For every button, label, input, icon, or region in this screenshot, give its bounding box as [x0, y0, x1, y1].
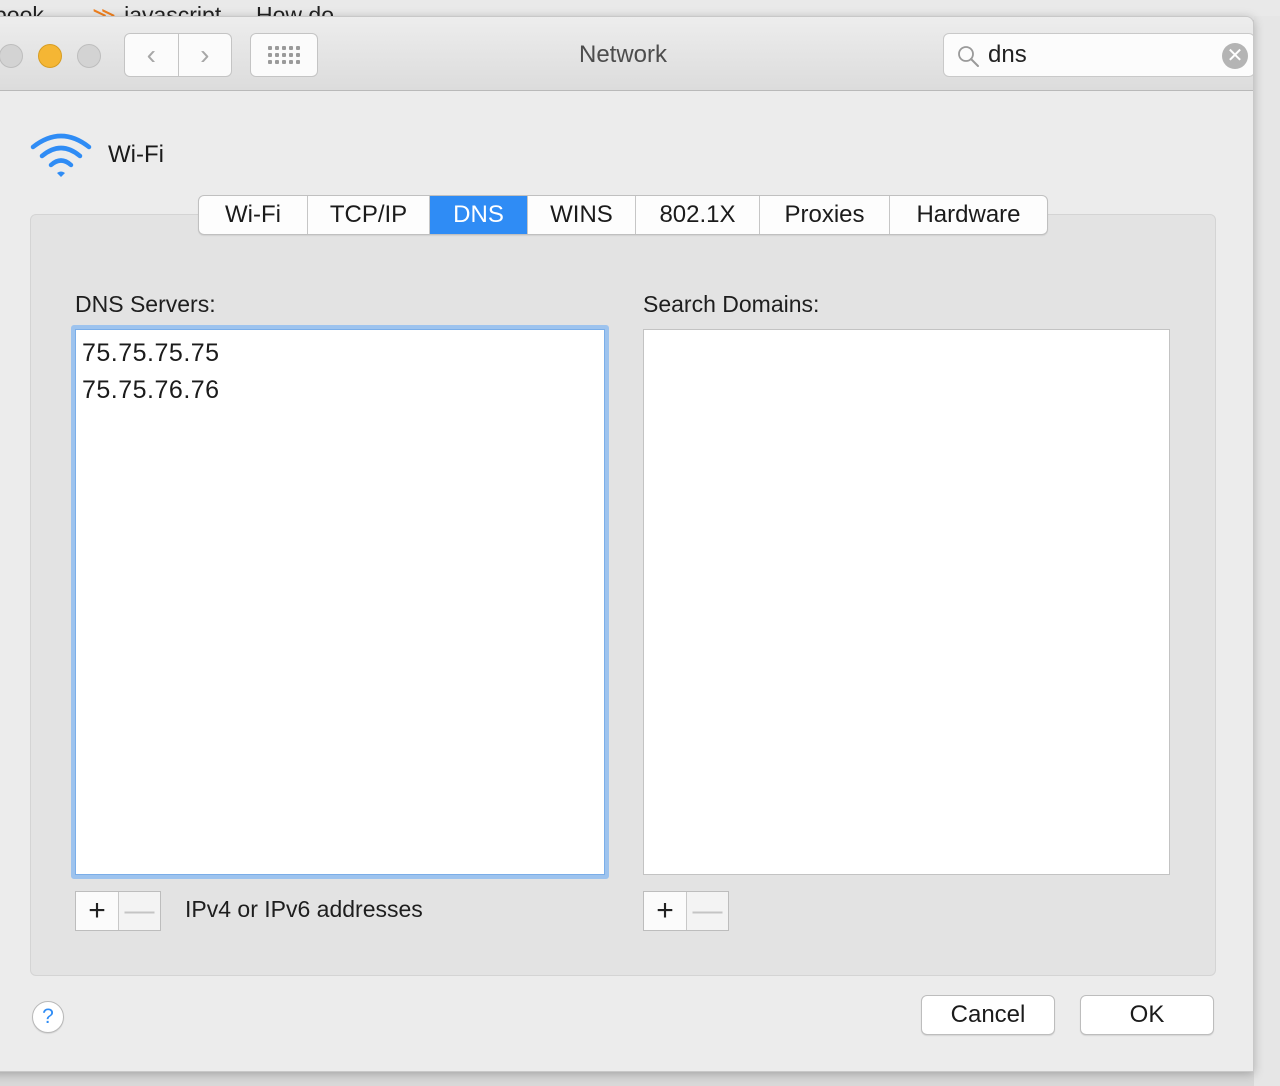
plus-icon: + [656, 894, 674, 927]
list-item[interactable]: 75.75.75.75 [75, 335, 605, 372]
dns-servers-list[interactable]: 75.75.75.75 75.75.76.76 [71, 325, 609, 879]
tab-hardware[interactable]: Hardware [889, 196, 1047, 234]
add-dns-server-button[interactable]: + [76, 892, 118, 930]
network-preferences-window: ‹ › Network ✕ Wi-Fi [0, 16, 1254, 1072]
clear-search-icon[interactable]: ✕ [1222, 43, 1248, 69]
add-search-domain-button[interactable]: + [644, 892, 686, 930]
tab-dns[interactable]: DNS [429, 196, 527, 234]
remove-dns-server-button[interactable]: — [118, 892, 160, 930]
tab-wins[interactable]: WINS [527, 196, 635, 234]
remove-search-domain-button[interactable]: — [686, 892, 728, 930]
tab-8021x[interactable]: 802.1X [635, 196, 759, 234]
cancel-button[interactable]: Cancel [921, 995, 1055, 1035]
dns-hint-text: IPv4 or IPv6 addresses [185, 896, 423, 922]
tab-tcpip[interactable]: TCP/IP [307, 196, 429, 234]
title-bar: ‹ › Network ✕ [0, 17, 1253, 91]
service-name: Wi-Fi [108, 141, 164, 168]
search-domains-label: Search Domains: [643, 291, 820, 317]
tab-proxies[interactable]: Proxies [759, 196, 889, 234]
tab-wifi[interactable]: Wi-Fi [199, 196, 307, 234]
wifi-icon [30, 133, 92, 177]
plus-icon: + [88, 894, 106, 927]
tab-bar: Wi-Fi TCP/IP DNS WINS 802.1X Proxies Har… [198, 195, 1048, 235]
search-domain-add-remove-buttons: + — [643, 891, 729, 931]
search-domains-list[interactable] [643, 329, 1170, 875]
background-area [1254, 16, 1280, 1086]
ok-button[interactable]: OK [1080, 995, 1214, 1035]
search-field[interactable]: ✕ [943, 33, 1253, 77]
help-button[interactable]: ? [32, 1001, 64, 1033]
search-icon [958, 46, 979, 67]
question-mark-icon: ? [42, 1005, 54, 1028]
search-input[interactable] [988, 40, 1208, 70]
dns-servers-label: DNS Servers: [75, 291, 216, 317]
minus-icon: — [124, 894, 155, 927]
list-item[interactable]: 75.75.76.76 [75, 372, 605, 409]
dns-add-remove-buttons: + — [75, 891, 161, 931]
minus-icon: — [692, 894, 723, 927]
